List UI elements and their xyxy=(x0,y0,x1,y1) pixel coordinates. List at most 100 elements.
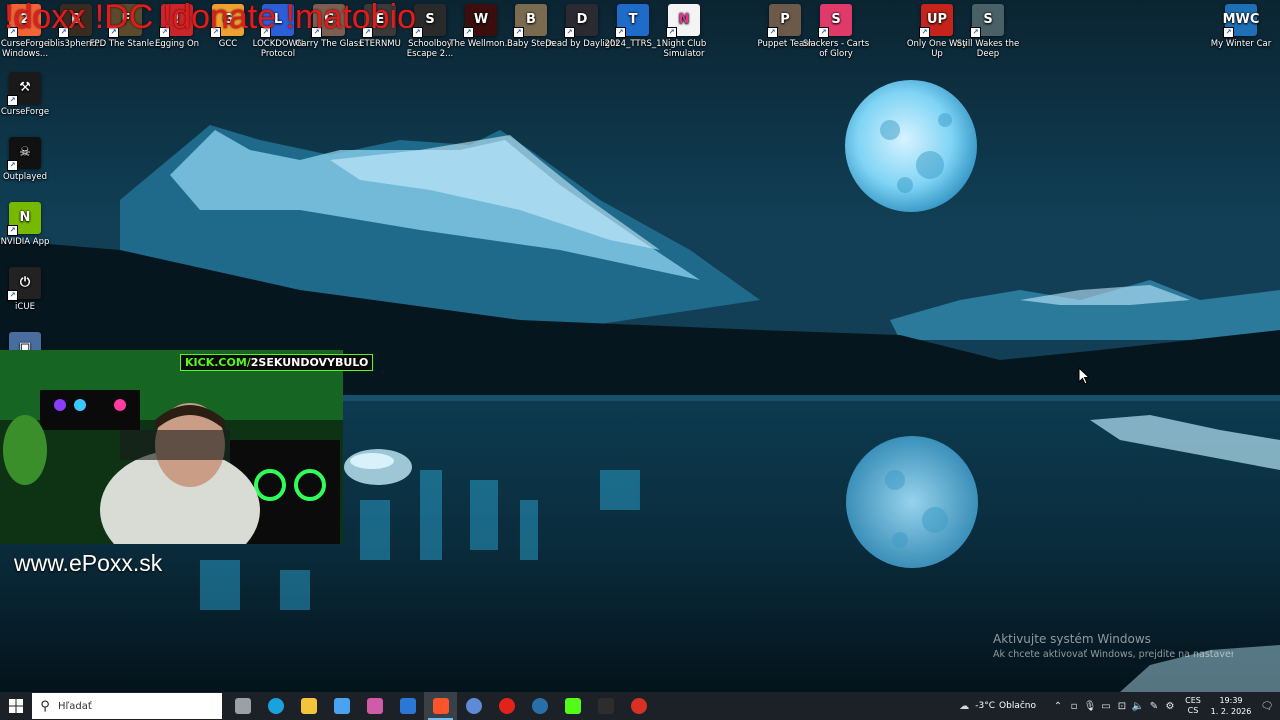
taskbar-app-task-view[interactable] xyxy=(226,692,259,720)
taskbar-app-store[interactable] xyxy=(325,692,358,720)
microphone-icon[interactable]: 🎙 xyxy=(1082,701,1098,712)
app-icon: F ↗ xyxy=(108,4,142,38)
taskbar-app-chrome-dev[interactable] xyxy=(622,692,655,720)
pen-icon[interactable]: ✎ xyxy=(1146,701,1162,712)
app-icon: S ↗ xyxy=(818,4,852,38)
app-icon: D ↗ xyxy=(564,4,598,38)
file-explorer-icon xyxy=(300,698,317,714)
desktop-icon[interactable]: N ↗ Night Club Simulator xyxy=(647,0,721,59)
desktop-icon[interactable]: ⚒ ↗ CurseForge xyxy=(0,68,62,117)
shortcut-arrow-icon: ↗ xyxy=(210,27,221,38)
display-icon[interactable]: ▭ xyxy=(1098,701,1114,712)
shortcut-arrow-icon: ↗ xyxy=(58,27,69,38)
app-icon: ⚒ ↗ xyxy=(7,72,41,106)
desktop-icon-label: NVIDIA App xyxy=(0,237,50,247)
shortcut-arrow-icon: ↗ xyxy=(7,290,18,301)
shortcut-arrow-icon: ↗ xyxy=(362,27,373,38)
app-icon: N ↗ xyxy=(666,4,700,38)
kick-channel-name: 2SEKUNDOVYBULO xyxy=(250,356,369,369)
weather-temp[interactable]: -3°C xyxy=(975,701,995,711)
shortcut-arrow-icon: ↗ xyxy=(412,27,423,38)
language-indicator[interactable]: CES CS xyxy=(1178,696,1208,716)
search-placeholder: Hľadať xyxy=(58,700,92,712)
taskbar-app-app-blue[interactable] xyxy=(457,692,490,720)
weather-cloud-icon[interactable]: ☁ xyxy=(953,701,975,712)
taskbar-app-file-explorer[interactable] xyxy=(292,692,325,720)
desktop-icon[interactable]: S ↗ Still Wakes the Deep xyxy=(951,0,1025,59)
shortcut-arrow-icon: ↗ xyxy=(564,27,575,38)
notifications-icon[interactable]: 🗨 xyxy=(1254,701,1280,712)
language-bottom: CS xyxy=(1187,706,1199,715)
shortcut-arrow-icon: ↗ xyxy=(108,27,119,38)
taskbar-search-input[interactable]: ⚲ Hľadať xyxy=(32,693,222,719)
desktop-icon[interactable]: ⏻ ↗ iCUE xyxy=(0,263,62,312)
bluetooth-icon[interactable]: ⚙ xyxy=(1162,701,1178,712)
kick-channel-banner: KICK.COM/2SEKUNDOVYBULO xyxy=(180,354,374,371)
app-icon: E ↗ xyxy=(362,4,396,38)
kick-prefix: KICK.COM/ xyxy=(185,356,251,369)
app-icon: L ↗ xyxy=(260,4,294,38)
shortcut-arrow-icon: ↗ xyxy=(311,27,322,38)
app-icon: ⏻ ↗ xyxy=(7,267,41,301)
store-icon xyxy=(333,698,350,714)
clock-date: 1. 2. 2026 xyxy=(1210,707,1252,716)
shortcut-arrow-icon: ↗ xyxy=(7,160,18,171)
desktop-icon[interactable]: S ↗ Slackers - Carts of Glory xyxy=(799,0,873,59)
desktop-icon-label: CurseForge xyxy=(0,107,50,117)
clock[interactable]: 19:39 1. 2. 2026 xyxy=(1208,695,1254,717)
weather-condition[interactable]: Oblačno xyxy=(999,701,1036,711)
desktop-icon-label: My Winter Car xyxy=(1210,39,1272,49)
taskbar-app-opera[interactable] xyxy=(490,692,523,720)
language-top: CES xyxy=(1185,696,1201,705)
shortcut-arrow-icon: ↗ xyxy=(260,27,271,38)
taskbar-app-office[interactable] xyxy=(358,692,391,720)
shortcut-arrow-icon: ↗ xyxy=(7,27,18,38)
activate-title: Aktivujte systém Windows xyxy=(993,632,1151,646)
tray-overflow-chevron-icon[interactable]: ⌃ xyxy=(1050,701,1066,712)
app-icon: ☠ ↗ xyxy=(7,137,41,171)
taskbar-app-edge[interactable] xyxy=(259,692,292,720)
steam-icon xyxy=(531,698,548,714)
app-blue-icon xyxy=(465,698,482,714)
task-view-icon xyxy=(234,698,251,714)
chrome-dev-icon xyxy=(630,698,647,714)
search-icon: ⚲ xyxy=(40,698,50,714)
start-button[interactable] xyxy=(0,692,32,720)
office-icon xyxy=(366,698,383,714)
mail-icon xyxy=(399,698,416,714)
tray-app-icon[interactable]: ▫ xyxy=(1066,701,1082,712)
website-watermark: www.ePoxx.sk xyxy=(14,550,163,576)
edge-icon xyxy=(267,698,284,714)
desktop-icon[interactable]: ☠ ↗ Outplayed xyxy=(0,133,62,182)
activate-windows-watermark: Aktivujte systém Windows Ak chcete aktiv… xyxy=(993,632,1233,660)
shortcut-arrow-icon: ↗ xyxy=(615,27,626,38)
desktop-icon[interactable]: MWC ↗ My Winter Car xyxy=(1204,0,1278,49)
taskbar-app-brave[interactable] xyxy=(424,692,457,720)
app-icon: C ↗ xyxy=(311,4,345,38)
app-icon: W ↗ xyxy=(463,4,497,38)
shortcut-arrow-icon: ↗ xyxy=(970,27,981,38)
shortcut-arrow-icon: ↗ xyxy=(7,225,18,236)
clock-time: 19:39 xyxy=(1219,696,1243,705)
activate-subtitle: Ak chcete aktivovať Windows, prejdite na… xyxy=(993,649,1233,660)
app-icon: 2 ↗ xyxy=(7,4,41,38)
taskbar-app-steam[interactable] xyxy=(523,692,556,720)
desktop-wallpaper xyxy=(0,0,1280,692)
taskbar-app-kick[interactable] xyxy=(556,692,589,720)
shortcut-arrow-icon: ↗ xyxy=(767,27,778,38)
app-icon: UP ↗ xyxy=(919,4,953,38)
app-icon: P ↗ xyxy=(767,4,801,38)
webcam-feed xyxy=(0,350,343,544)
desktop-icon-label: Night Club Simulator xyxy=(661,39,707,59)
kick-icon xyxy=(564,698,581,714)
taskbar-app-obs[interactable] xyxy=(589,692,622,720)
desktop-icon[interactable]: N ↗ NVIDIA App xyxy=(0,198,62,247)
brave-icon xyxy=(432,698,449,714)
obs-icon xyxy=(597,698,614,714)
shortcut-arrow-icon: ↗ xyxy=(513,27,524,38)
mouse-cursor-icon xyxy=(1078,367,1090,385)
network-icon[interactable]: ⊡ xyxy=(1114,701,1130,712)
app-icon: G ↗ xyxy=(210,4,244,38)
volume-icon[interactable]: 🔈 xyxy=(1130,701,1146,712)
taskbar-app-mail[interactable] xyxy=(391,692,424,720)
